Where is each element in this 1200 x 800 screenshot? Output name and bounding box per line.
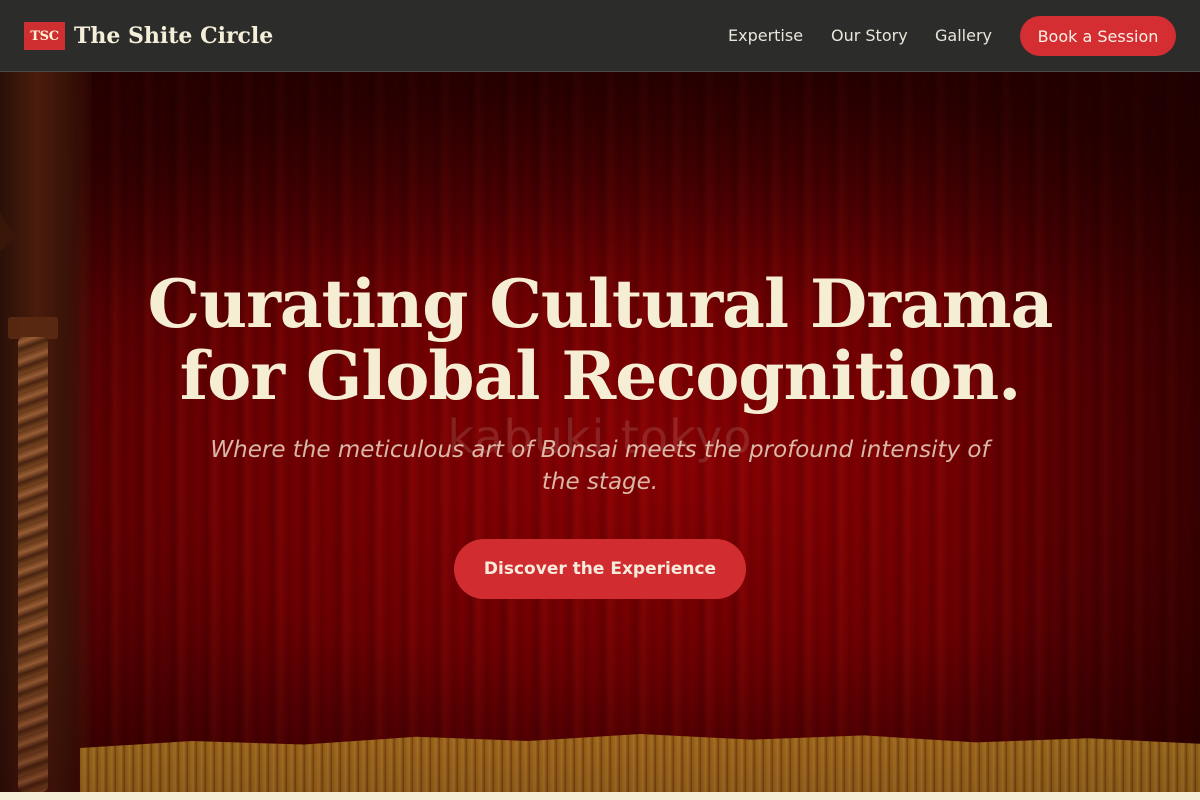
book-session-button[interactable]: Book a Session	[1020, 16, 1176, 56]
hero-headline-line-1: Curating Cultural Drama	[147, 265, 1054, 343]
hero-subtitle: Where the meticulous art of Bonsai meets…	[210, 437, 990, 495]
hero-section: kabuki tokyo Curating Cultural Drama for…	[0, 72, 1200, 792]
nav-link-gallery[interactable]: Gallery	[935, 26, 992, 45]
brand-name: The Shite Circle	[74, 23, 274, 49]
discover-experience-button[interactable]: Discover the Experience	[454, 539, 746, 599]
hero-bottom-shade	[0, 632, 1200, 792]
brand-logo: TSC	[24, 22, 65, 50]
nav-link-our-story[interactable]: Our Story	[831, 26, 908, 45]
top-navbar: TSC The Shite Circle Expertise Our Story…	[0, 0, 1200, 72]
nav-link-expertise[interactable]: Expertise	[728, 26, 803, 45]
page-bottom-strip	[0, 792, 1200, 800]
hero-headline: Curating Cultural Drama for Global Recog…	[0, 268, 1200, 412]
brand[interactable]: TSC The Shite Circle	[24, 22, 273, 50]
hero-headline-line-2: for Global Recognition.	[179, 337, 1021, 415]
landing-page: TSC The Shite Circle Expertise Our Story…	[0, 0, 1200, 800]
